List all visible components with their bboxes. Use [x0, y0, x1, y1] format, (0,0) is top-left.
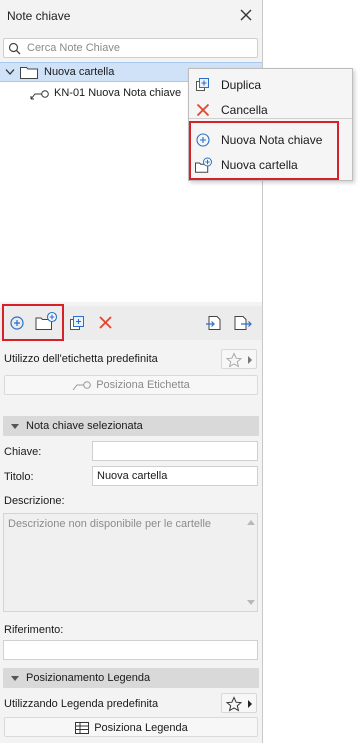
keynote-tag-icon [72, 380, 92, 390]
duplicate-button[interactable] [67, 313, 89, 335]
toolbar-highlight-box [2, 304, 64, 341]
close-icon[interactable] [238, 7, 254, 23]
key-field[interactable] [92, 441, 258, 461]
scroll-down-icon [247, 600, 255, 605]
export-icon [234, 316, 252, 330]
description-label: Descrizione: [4, 495, 65, 507]
menu-label-cancella: Cancella [221, 103, 268, 117]
place-label-text: Posiziona Etichetta [96, 379, 190, 391]
delete-button[interactable] [96, 313, 118, 335]
label-usage-text: Utilizzo dell'etichetta predefinita [4, 353, 158, 365]
key-label: Chiave: [4, 446, 42, 458]
description-field: Descrizione non disponibile per le carte… [3, 513, 258, 612]
chevron-down-icon[interactable] [5, 68, 15, 76]
star-icon [225, 352, 243, 368]
duplicate-icon [70, 316, 84, 330]
menu-label-duplica: Duplica [221, 78, 262, 92]
search-input[interactable] [25, 40, 250, 56]
delete-x-icon [195, 102, 211, 118]
import-icon [206, 316, 221, 330]
place-legend-text: Posiziona Legenda [94, 722, 188, 734]
folder-icon [20, 67, 38, 79]
legend-header-text: Posizionamento Legenda [26, 672, 151, 684]
duplicate-icon [195, 77, 211, 93]
label-favorites-button[interactable] [221, 349, 257, 369]
tree-folder-label: Nuova cartella [44, 66, 115, 78]
search-icon [8, 42, 21, 55]
selected-keynote-header-text: Nota chiave selezionata [26, 420, 143, 432]
place-legend-button[interactable]: Posiziona Legenda [4, 717, 258, 737]
menu-item-duplica[interactable]: Duplica [189, 73, 352, 97]
legend-section-header[interactable]: Posizionamento Legenda [3, 668, 259, 688]
legend-favorites-button[interactable] [221, 693, 257, 713]
selected-keynote-section-header[interactable]: Nota chiave selezionata [3, 416, 259, 436]
keynote-tag-icon [30, 90, 49, 100]
reference-field[interactable] [3, 640, 258, 660]
import-button[interactable] [204, 313, 226, 335]
menu-highlight-box [189, 121, 339, 180]
export-button[interactable] [232, 313, 254, 335]
description-scrollbar[interactable] [244, 514, 257, 611]
description-placeholder: Descrizione non disponibile per le carte… [8, 518, 212, 530]
panel-titlebar: Note chiave [0, 0, 263, 32]
search-box [3, 38, 258, 58]
delete-x-icon [99, 316, 112, 329]
legend-usage-text: Utilizzando Legenda predefinita [4, 698, 159, 710]
dropdown-arrow-icon [248, 700, 252, 708]
collapse-arrow-icon [11, 424, 19, 429]
legend-table-icon [75, 722, 90, 734]
reference-label: Riferimento: [4, 624, 64, 636]
panel-title: Note chiave [7, 9, 71, 23]
tree-note-label: KN-01 Nuova Nota chiave [54, 87, 182, 99]
title-label: Titolo: [4, 471, 34, 483]
title-field[interactable] [92, 466, 258, 486]
menu-separator [189, 118, 352, 119]
star-icon [225, 696, 243, 712]
dropdown-arrow-icon [248, 356, 252, 364]
place-label-button[interactable]: Posiziona Etichetta [4, 375, 258, 395]
collapse-arrow-icon [11, 676, 19, 681]
scroll-up-icon [247, 520, 255, 525]
